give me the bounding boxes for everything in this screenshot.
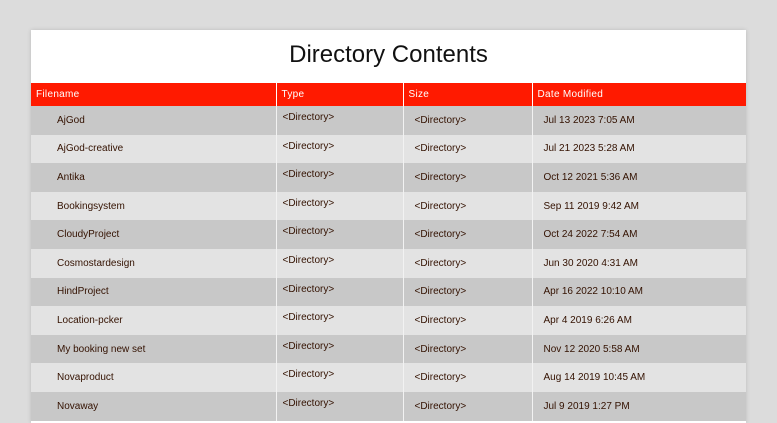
filename-link[interactable]: Location-pcker (31, 306, 277, 335)
size-cell: <Directory> (403, 106, 533, 135)
date-cell: Jul 13 2023 7:05 AM (543, 114, 635, 126)
table-row[interactable]: Cosmostardesign <Directory> <Directory> … (31, 248, 746, 278)
date-cell: Jul 21 2023 5:28 AM (543, 143, 635, 155)
size-cell: <Directory> (403, 163, 533, 192)
table-row[interactable]: Location-pcker <Directory> <Directory> A… (31, 306, 746, 335)
column-header-filename[interactable]: Filename (31, 83, 277, 106)
page-title: Directory Contents (289, 41, 488, 68)
size-cell: <Directory> (403, 191, 533, 221)
size-cell: <Directory> (403, 334, 533, 364)
size-cell: <Directory> (403, 306, 533, 335)
size-cell: <Directory> (403, 391, 533, 421)
type-cell: <Directory> (276, 363, 404, 392)
filename-link[interactable]: Antika (31, 163, 277, 192)
date-cell: Oct 12 2021 5:36 AM (543, 171, 638, 183)
filename-link[interactable]: Bookingsystem (31, 191, 277, 221)
filename-link[interactable]: HindProject (31, 277, 277, 307)
directory-panel: Directory Contents Filename Type Size Da… (31, 30, 746, 423)
type-cell: <Directory> (276, 163, 404, 192)
column-header-type[interactable]: Type (276, 83, 404, 106)
type-cell: <Directory> (276, 248, 404, 278)
size-cell: <Directory> (403, 134, 533, 164)
type-cell: <Directory> (276, 191, 404, 221)
filename-link[interactable]: CloudyProject (31, 220, 277, 249)
date-cell: Jun 30 2020 4:31 AM (543, 257, 639, 269)
filename-link[interactable]: Cosmostardesign (31, 248, 277, 278)
table-row[interactable]: AjGod-creative <Directory> <Directory> J… (31, 134, 746, 164)
type-cell: <Directory> (276, 220, 404, 249)
date-cell: Aug 14 2019 10:45 AM (543, 372, 646, 384)
table-row[interactable]: CloudyProject <Directory> <Directory> Oc… (31, 220, 746, 249)
table-row[interactable]: Novaway <Directory> <Directory> Jul 9 20… (31, 391, 746, 421)
date-cell: Apr 4 2019 6:26 AM (543, 314, 632, 326)
date-cell: Oct 24 2022 7:54 AM (543, 229, 638, 241)
table-row[interactable]: AjGod <Directory> <Directory> Jul 13 202… (31, 106, 746, 135)
date-cell: Sep 11 2019 9:42 AM (543, 200, 639, 212)
table-body: AjGod <Directory> <Directory> Jul 13 202… (31, 106, 746, 421)
type-cell: <Directory> (276, 134, 404, 164)
size-cell: <Directory> (403, 248, 533, 278)
directory-table: Filename Type Size Date Modified AjGod <… (31, 83, 746, 421)
table-row[interactable]: Novaproduct <Directory> <Directory> Aug … (31, 363, 746, 392)
column-header-size[interactable]: Size (403, 83, 533, 106)
date-cell: Apr 16 2022 10:10 AM (543, 286, 644, 298)
size-cell: <Directory> (403, 220, 533, 249)
table-row[interactable]: HindProject <Directory> <Directory> Apr … (31, 277, 746, 307)
type-cell: <Directory> (276, 306, 404, 335)
size-cell: <Directory> (403, 363, 533, 392)
type-cell: <Directory> (276, 106, 404, 135)
table-row[interactable]: Antika <Directory> <Directory> Oct 12 20… (31, 163, 746, 192)
date-cell: Nov 12 2020 5:58 AM (543, 343, 640, 355)
filename-link[interactable]: My booking new set (31, 334, 277, 364)
table-row[interactable]: My booking new set <Directory> <Director… (31, 334, 746, 364)
filename-link[interactable]: AjGod (31, 106, 277, 135)
filename-link[interactable]: AjGod-creative (31, 134, 277, 164)
size-cell: <Directory> (403, 277, 533, 307)
type-cell: <Directory> (276, 334, 404, 364)
header-row: Filename Type Size Date Modified (31, 83, 746, 106)
filename-link[interactable]: Novaway (31, 391, 277, 421)
table-header: Filename Type Size Date Modified (31, 83, 746, 106)
column-header-date-modified[interactable]: Date Modified (532, 83, 746, 106)
type-cell: <Directory> (276, 277, 404, 307)
type-cell: <Directory> (276, 391, 404, 421)
date-cell: Jul 9 2019 1:27 PM (543, 400, 630, 412)
table-row[interactable]: Bookingsystem <Directory> <Directory> Se… (31, 191, 746, 221)
filename-link[interactable]: Novaproduct (31, 363, 277, 392)
